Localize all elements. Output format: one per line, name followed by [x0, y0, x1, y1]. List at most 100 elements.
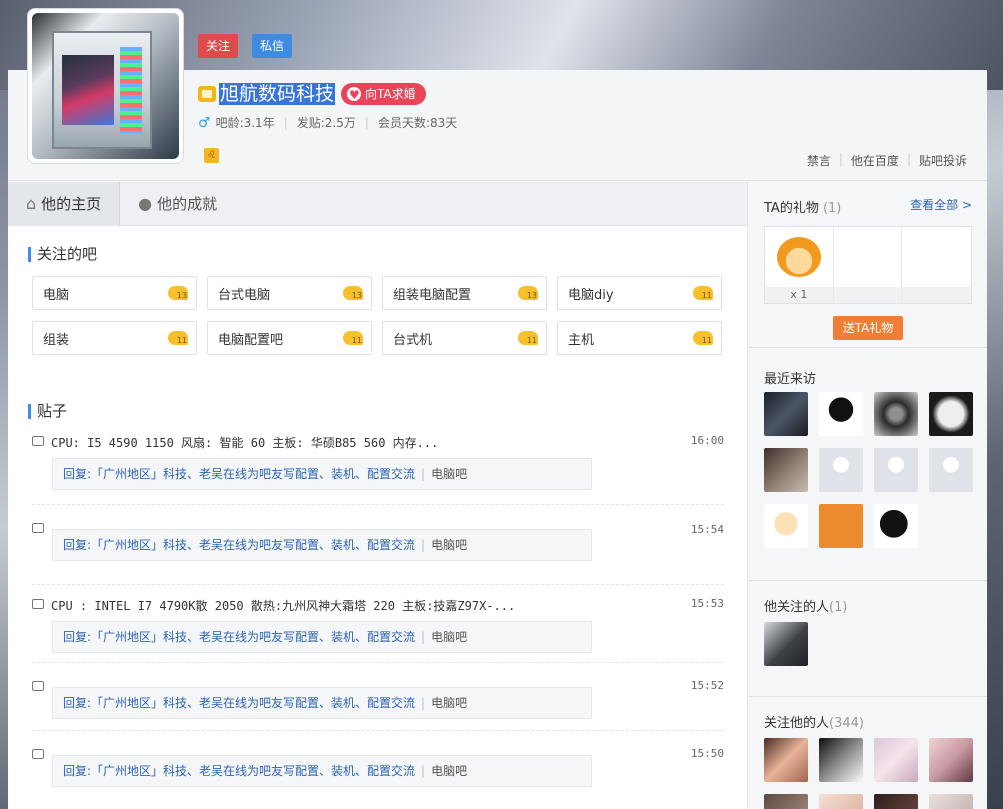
zodiac-icon[interactable]: ♌	[204, 148, 219, 163]
divider: |	[364, 115, 369, 130]
reply-text[interactable]: 回复:「广州地区」科技、老吴在线为吧友写配置、装机、配置交流	[63, 538, 415, 552]
gift-cell-empty	[833, 227, 903, 303]
follower-avatar[interactable]	[764, 738, 808, 782]
bar-item[interactable]: 电脑diy 11	[557, 276, 722, 310]
profile-page: 关注 私信 旭航数码科技 向TA求婚 ♂ 吧龄:3.1年 | 发贴:2.5万 |…	[8, 8, 987, 809]
member-days-label: 会员天数:83天	[377, 116, 458, 130]
heart-icon	[347, 84, 362, 106]
send-gift-button[interactable]: 送TA礼物	[833, 316, 903, 340]
visitor-avatar[interactable]	[764, 392, 808, 436]
reply-bar-name[interactable]: 电脑吧	[431, 467, 467, 481]
bar-item[interactable]: 主机 11	[557, 321, 722, 355]
follower-avatar[interactable]	[819, 794, 863, 809]
followed-bars-grid: 电脑 13 台式电脑 13 组装电脑配置 13 电脑diy 11 组装 11 电脑配置吧 1…	[32, 276, 724, 355]
gift-cell-empty	[902, 227, 971, 303]
visitor-avatar[interactable]	[929, 392, 973, 436]
follower-avatar[interactable]	[929, 794, 973, 809]
monkey-gift-icon	[777, 237, 821, 277]
visitor-avatar[interactable]	[819, 504, 863, 548]
visitor-avatar[interactable]	[764, 448, 808, 492]
reply-text[interactable]: 回复:「广州地区」科技、老吴在线为吧友写配置、装机、配置交流	[63, 696, 415, 710]
bar-item[interactable]: 电脑配置吧 11	[207, 321, 372, 355]
ban-link[interactable]: 禁言	[807, 152, 831, 169]
bar-name: 组装电脑配置	[393, 287, 472, 303]
avatar[interactable]	[27, 8, 184, 164]
view-all-gifts-link[interactable]: 查看全部 >	[910, 196, 972, 213]
post-item: 15:50 回复:「广州地区」科技、老吴在线为吧友写配置、装机、配置交流 | 电脑吧	[32, 731, 724, 801]
pc-led-shape	[120, 47, 142, 133]
reply-text[interactable]: 回复:「广州地区」科技、老吴在线为吧友写配置、装机、配置交流	[63, 467, 415, 481]
gift-grid: x 1	[764, 226, 972, 304]
tab-bar: ⌂ 他的主页 ● 他的成就	[8, 182, 747, 226]
propose-button[interactable]: 向TA求婚	[341, 83, 426, 106]
visitor-avatar[interactable]	[764, 504, 808, 548]
following-title-text: 他关注的人	[764, 600, 830, 615]
meta-row: ♂ 吧龄:3.1年 | 发贴:2.5万 | 会员天数:83天	[198, 114, 457, 131]
gifts-title-text: TA的礼物	[764, 201, 819, 216]
profile-header: 关注 私信 旭航数码科技 向TA求婚 ♂ 吧龄:3.1年 | 发贴:2.5万 |…	[8, 8, 987, 181]
gift-count: x 1	[765, 287, 833, 303]
visitors-block: 最近来访	[749, 348, 987, 581]
reply-box[interactable]: 回复:「广州地区」科技、老吴在线为吧友写配置、装机、配置交流 | 电脑吧	[52, 755, 592, 787]
visitor-avatar-default[interactable]	[874, 448, 918, 492]
bar-item[interactable]: 台式电脑 13	[207, 276, 372, 310]
header-links: 禁言 | 他在百度 | 贴吧投诉	[807, 152, 967, 169]
visitor-avatar-default[interactable]	[929, 448, 973, 492]
bar-name: 电脑配置吧	[218, 332, 284, 348]
divider: |	[421, 467, 426, 481]
message-button[interactable]: 私信	[252, 34, 292, 58]
visitor-avatar[interactable]	[874, 392, 918, 436]
bar-item[interactable]: 组装电脑配置 13	[382, 276, 547, 310]
gift-cell[interactable]: x 1	[765, 227, 834, 303]
main-content: ⌂ 他的主页 ● 他的成就 关注的吧 电脑 13 台式电脑 13 组装电脑配置 13 …	[8, 182, 748, 809]
reply-bar-name[interactable]: 电脑吧	[431, 764, 467, 778]
bar-item[interactable]: 组装 11	[32, 321, 197, 355]
post-item: 15:52 回复:「广州地区」科技、老吴在线为吧友写配置、装机、配置交流 | 电脑吧	[32, 663, 724, 731]
tab-homepage[interactable]: ⌂ 他的主页	[8, 182, 121, 226]
follower-avatar[interactable]	[874, 794, 918, 809]
reply-bar-name[interactable]: 电脑吧	[431, 538, 467, 552]
follower-avatar[interactable]	[929, 738, 973, 782]
home-icon: ⌂	[26, 194, 37, 213]
comment-icon	[32, 681, 44, 691]
reply-box[interactable]: 回复:「广州地区」科技、老吴在线为吧友写配置、装机、配置交流 | 电脑吧	[52, 621, 592, 653]
comment-icon	[32, 436, 44, 446]
follower-avatars	[764, 738, 973, 809]
follower-avatar[interactable]	[764, 794, 808, 809]
divider: |	[838, 152, 843, 166]
post-title[interactable]: CPU : INTEL I7 4790K散 2050 散热:九州风神大霜塔 22…	[51, 597, 515, 614]
visitor-avatar[interactable]	[874, 504, 918, 548]
follower-avatar[interactable]	[874, 738, 918, 782]
follow-button[interactable]: 关注	[198, 34, 238, 58]
level-badge-icon: 11	[693, 286, 713, 300]
reply-box[interactable]: 回复:「广州地区」科技、老吴在线为吧友写配置、装机、配置交流 | 电脑吧	[52, 458, 592, 490]
tab-achievements[interactable]: ● 他的成就	[120, 182, 235, 226]
visitor-avatars	[764, 392, 973, 548]
bar-name: 主机	[568, 332, 595, 348]
reply-bar-name[interactable]: 电脑吧	[431, 696, 467, 710]
level-badge-icon: 11	[518, 331, 538, 345]
bar-item[interactable]: 台式机 11	[382, 321, 547, 355]
visitor-avatar[interactable]	[819, 392, 863, 436]
level-badge-icon: 11	[343, 331, 363, 345]
reply-box[interactable]: 回复:「广州地区」科技、老吴在线为吧友写配置、装机、配置交流 | 电脑吧	[52, 529, 592, 561]
post-time: 15:50	[690, 747, 724, 760]
bar-item[interactable]: 电脑 13	[32, 276, 197, 310]
follower-avatar[interactable]	[819, 738, 863, 782]
divider: |	[421, 630, 426, 644]
reply-text[interactable]: 回复:「广州地区」科技、老吴在线为吧友写配置、装机、配置交流	[63, 630, 415, 644]
post-time: 15:52	[690, 679, 724, 692]
age-label: 吧龄:3.1年	[215, 116, 275, 130]
level-badge-icon: 13	[518, 286, 538, 300]
post-title[interactable]: CPU: I5 4590 1150 风扇: 智能 60 主板: 华硕B85 56…	[51, 434, 438, 451]
level-badge-icon: 11	[693, 331, 713, 345]
post-time: 15:54	[690, 523, 724, 536]
following-avatar[interactable]	[764, 622, 808, 666]
reply-bar-name[interactable]: 电脑吧	[431, 630, 467, 644]
baidu-link[interactable]: 他在百度	[851, 152, 899, 169]
report-link[interactable]: 贴吧投诉	[919, 152, 967, 169]
reply-text[interactable]: 回复:「广州地区」科技、老吴在线为吧友写配置、装机、配置交流	[63, 764, 415, 778]
reply-box[interactable]: 回复:「广州地区」科技、老吴在线为吧友写配置、装机、配置交流 | 电脑吧	[52, 687, 592, 719]
male-icon: ♂	[198, 114, 211, 131]
visitor-avatar-default[interactable]	[819, 448, 863, 492]
